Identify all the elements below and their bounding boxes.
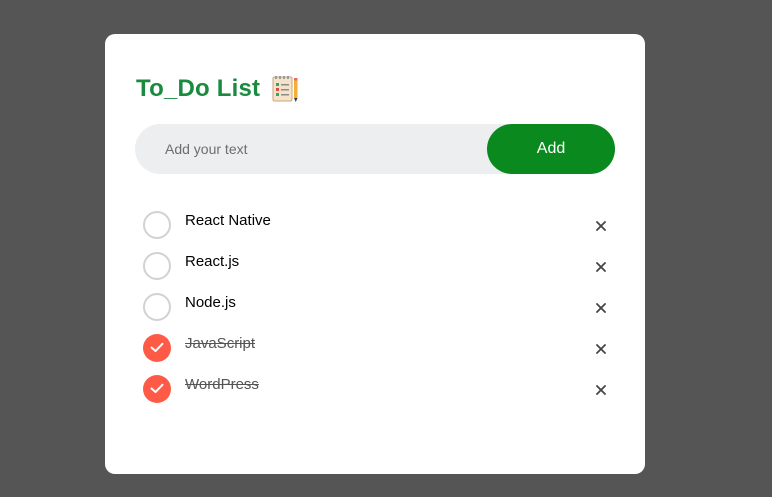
notepad-checklist-icon [270,75,300,103]
close-icon[interactable] [589,337,613,361]
input-row: Add [135,124,615,174]
list-item: React Native [143,206,613,247]
list-item: Node.js [143,288,613,329]
header: To_Do List [136,74,300,104]
close-icon[interactable] [589,296,613,320]
checkmark-icon [150,342,164,352]
todo-list: React Native React.js Node.js JavaScript Wor… [143,206,613,411]
close-icon[interactable] [589,214,613,238]
todo-label[interactable]: JavaScript [185,335,255,352]
checked-checkbox[interactable] [143,334,171,362]
checked-checkbox[interactable] [143,375,171,403]
checkmark-icon [150,383,164,393]
unchecked-checkbox[interactable] [143,293,171,321]
todo-label[interactable]: React Native [185,212,271,229]
close-icon[interactable] [589,255,613,279]
todo-label[interactable]: Node.js [185,294,236,311]
unchecked-checkbox[interactable] [143,252,171,280]
unchecked-checkbox[interactable] [143,211,171,239]
page-title: To_Do List [136,75,261,102]
todo-text-input[interactable] [135,124,485,174]
todo-card: To_Do List Add React NativeR [105,34,645,474]
list-item: JavaScript [143,329,613,370]
list-item: React.js [143,247,613,288]
todo-label[interactable]: WordPress [185,376,259,393]
list-item: WordPress [143,370,613,411]
todo-label[interactable]: React.js [185,253,239,270]
close-icon[interactable] [589,378,613,402]
add-button[interactable]: Add [487,124,615,174]
